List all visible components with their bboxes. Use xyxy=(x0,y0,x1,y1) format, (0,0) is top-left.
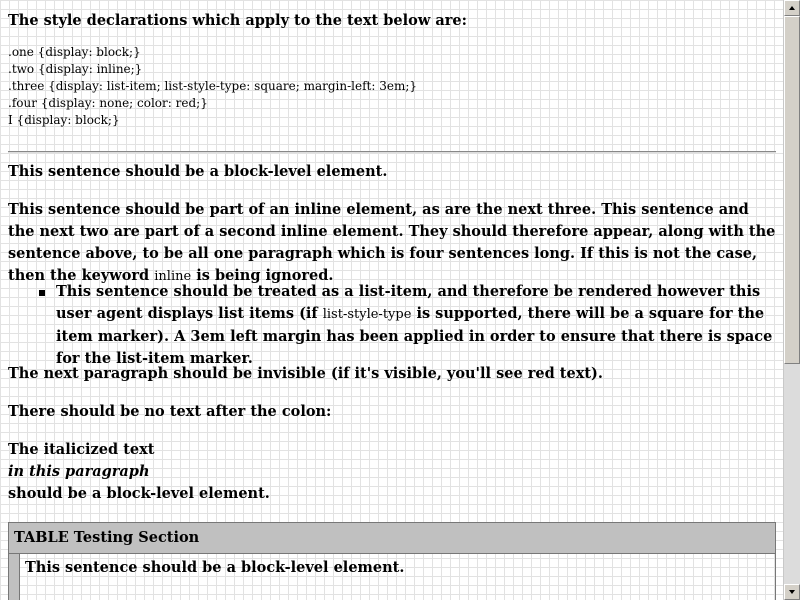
scroll-down-button[interactable] xyxy=(784,584,800,600)
css-rule-i: I {display: block;} xyxy=(8,113,120,127)
table-header-label: TABLE Testing Section xyxy=(14,529,200,546)
document-viewport: The style declarations which apply to th… xyxy=(0,0,783,600)
scroll-up-button[interactable] xyxy=(784,0,800,16)
table-side-cell xyxy=(9,554,20,600)
table-header: TABLE Testing Section xyxy=(9,523,775,554)
italic-paragraph: The italicized text in this paragraph sh… xyxy=(8,439,270,505)
page-heading: The style declarations which apply to th… xyxy=(8,12,467,29)
inline-text-before: This sentence should be part of an inlin… xyxy=(8,201,776,284)
table-testing-section: TABLE Testing Section This sentence shou… xyxy=(8,522,776,600)
triangle-up-icon xyxy=(789,6,795,10)
list-item: This sentence should be treated as a lis… xyxy=(39,281,776,370)
css-rule-three: .three {display: list-item; list-style-t… xyxy=(8,79,418,93)
table-cell-text: This sentence should be a block-level el… xyxy=(25,559,405,576)
square-bullet-icon xyxy=(39,290,45,296)
scrollbar-thumb[interactable] xyxy=(784,16,800,364)
css-rule-one: .one {display: block;} xyxy=(8,45,141,59)
invisible-note-paragraph: The next paragraph should be invisible (… xyxy=(8,365,603,382)
horizontal-rule xyxy=(8,151,776,153)
block-level-paragraph: This sentence should be a block-level el… xyxy=(8,163,388,180)
italic-para-line1: The italicized text xyxy=(8,441,155,458)
vertical-scrollbar[interactable] xyxy=(783,0,800,600)
italic-text: in this paragraph xyxy=(8,463,150,480)
css-rule-four: .four {display: none; color: red;} xyxy=(8,96,208,110)
triangle-down-icon xyxy=(789,590,795,594)
inline-paragraph: This sentence should be part of an inlin… xyxy=(8,199,776,288)
colon-paragraph: There should be no text after the colon: xyxy=(8,403,332,420)
css-rule-two: .two {display: inline;} xyxy=(8,62,143,76)
italic-para-line3: should be a block-level element. xyxy=(8,485,270,502)
css-declarations: .one {display: block;} .two {display: in… xyxy=(8,44,417,129)
list-style-keyword: list-style-type xyxy=(322,307,412,322)
